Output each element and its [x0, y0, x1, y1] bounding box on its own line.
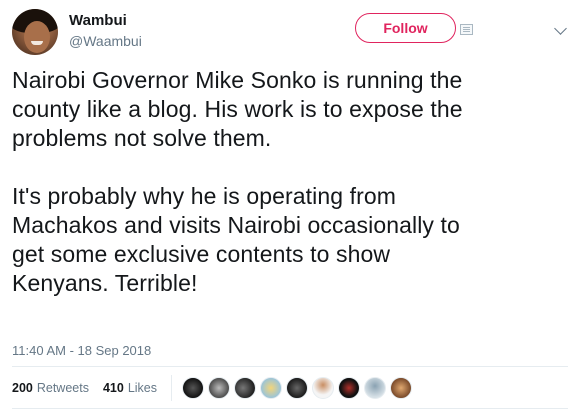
- liker-avatar[interactable]: [208, 377, 231, 399]
- follow-button[interactable]: Follow: [355, 13, 456, 43]
- tweet-timestamp[interactable]: 11:40 AM - 18 Sep 2018: [12, 343, 151, 358]
- stats-separator: [171, 375, 173, 401]
- tweet-stats: 200 Retweets 410 Likes: [12, 372, 572, 404]
- tweet-text: Nairobi Governor Mike Sonko is running t…: [12, 67, 463, 296]
- liker-avatar[interactable]: [312, 377, 335, 399]
- likes-label: Likes: [127, 381, 158, 395]
- likes-count: 410: [102, 381, 124, 395]
- retweets-count: 200: [12, 381, 33, 395]
- retweets-label: Retweets: [36, 381, 89, 395]
- retweets-stat[interactable]: 200 Retweets: [12, 381, 89, 395]
- message-icon[interactable]: [460, 24, 473, 35]
- liker-avatars: [182, 377, 416, 399]
- liker-avatar[interactable]: [364, 377, 387, 399]
- likes-stat[interactable]: 410 Likes: [103, 381, 157, 395]
- divider: [12, 408, 568, 409]
- user-name[interactable]: Wambui: [69, 12, 127, 29]
- tweet-header: Wambui @Waambui Follow: [0, 0, 580, 62]
- liker-avatar[interactable]: [390, 377, 413, 399]
- chevron-down-icon[interactable]: [554, 22, 567, 35]
- user-handle[interactable]: @Waambui: [69, 33, 142, 49]
- liker-avatar[interactable]: [338, 377, 361, 399]
- liker-avatar[interactable]: [182, 377, 205, 399]
- liker-avatar[interactable]: [286, 377, 309, 399]
- avatar[interactable]: [12, 9, 58, 55]
- divider: [12, 366, 568, 367]
- liker-avatar[interactable]: [234, 377, 257, 399]
- liker-avatar[interactable]: [260, 377, 283, 399]
